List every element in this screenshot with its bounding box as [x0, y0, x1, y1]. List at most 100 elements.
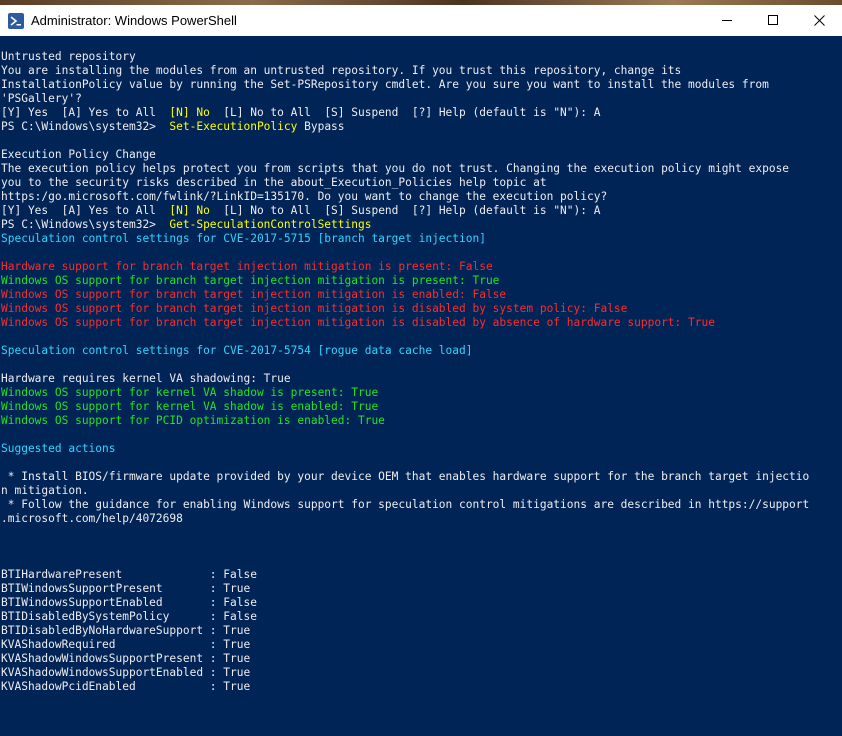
console-text: * Install BIOS/firmware update provided …: [1, 470, 810, 483]
maximize-icon: [767, 15, 778, 25]
console-line: .microsoft.com/help/4072698: [0, 512, 842, 526]
console-line: [Y] Yes [A] Yes to All [N] No [L] No to …: [0, 106, 842, 120]
console-text: Bypass: [297, 120, 345, 133]
console-text: Windows OS support for kernel VA shadow …: [1, 386, 379, 399]
console-line: BTIDisabledBySystemPolicy : False: [0, 610, 842, 624]
console-text: BTIWindowsSupportPresent : True: [1, 582, 251, 595]
close-icon: [813, 15, 825, 26]
console-text: PS C:\Windows\system32>: [1, 120, 170, 133]
console-text: you to the security risks described in t…: [1, 176, 547, 189]
console-text: Windows OS support for branch target inj…: [1, 316, 715, 329]
console-text: 'PSGallery'?: [1, 92, 82, 105]
powershell-icon: [8, 12, 24, 29]
console-line: Hardware support for branch target injec…: [0, 260, 842, 274]
console-text: .microsoft.com/help/4072698: [1, 512, 183, 525]
console-text: BTIHardwarePresent : False: [1, 568, 257, 581]
console-text: BTIDisabledByNoHardwareSupport : True: [1, 624, 251, 637]
console-text: KVAShadowPcidEnabled : True: [1, 680, 251, 693]
console-line: Windows OS support for branch target inj…: [0, 288, 842, 302]
console-text: Speculation control settings for CVE-201…: [1, 344, 473, 357]
minimize-button[interactable]: [704, 5, 750, 36]
console-text: Speculation control settings for CVE-201…: [1, 232, 486, 245]
console-text: [N] No: [169, 106, 210, 119]
console-text: Windows OS support for branch target inj…: [1, 302, 628, 315]
window-title: Administrator: Windows PowerShell: [31, 13, 237, 28]
console-line: Suggested actions: [0, 442, 842, 456]
console-line: https:/go.microsoft.com/fwlink/?LinkID=1…: [0, 190, 842, 204]
console-text: Windows OS support for kernel VA shadow …: [1, 400, 379, 413]
console-text: Windows OS support for branch target inj…: [1, 274, 500, 287]
console-line: BTIWindowsSupportEnabled : False: [0, 596, 842, 610]
console-line: PS C:\Windows\system32> Set-ExecutionPol…: [0, 120, 842, 134]
console-text: [Y] Yes [A] Yes to All: [1, 106, 170, 119]
console-line: n mitigation.: [0, 484, 842, 498]
console-text: KVAShadowWindowsSupportPresent : True: [1, 652, 251, 665]
console-line: 'PSGallery'?: [0, 92, 842, 106]
console-text: Execution Policy Change: [1, 148, 156, 161]
console-line: Windows OS support for kernel VA shadow …: [0, 386, 842, 400]
console-text: [L] No to All [S] Suspend [?] Help (defa…: [209, 106, 601, 119]
console-line: * Install BIOS/firmware update provided …: [0, 470, 842, 484]
console-text: * Follow the guidance for enabling Windo…: [1, 498, 810, 511]
console-line: Windows OS support for branch target inj…: [0, 302, 842, 316]
console-text: The execution policy helps protect you f…: [1, 162, 790, 175]
console-line: Speculation control settings for CVE-201…: [0, 344, 842, 358]
console-line: KVAShadowPcidEnabled : True: [0, 680, 842, 694]
console-line: Speculation control settings for CVE-201…: [0, 232, 842, 246]
maximize-button[interactable]: [750, 5, 796, 36]
console-line: Windows OS support for kernel VA shadow …: [0, 400, 842, 414]
console-line: KVAShadowRequired : True: [0, 638, 842, 652]
console-line: Execution Policy Change: [0, 148, 842, 162]
console-text: Suggested actions: [1, 442, 116, 455]
console-text: KVAShadowWindowsSupportEnabled : True: [1, 666, 251, 679]
console-line: You are installing the modules from an u…: [0, 64, 842, 78]
console-line: The execution policy helps protect you f…: [0, 162, 842, 176]
close-button[interactable]: [796, 5, 842, 36]
console-text: InstallationPolicy value by running the …: [1, 78, 769, 91]
console-output[interactable]: Untrusted repository You are installing t…: [0, 36, 842, 736]
console-line: Untrusted repository: [0, 50, 842, 64]
console-text: PS C:\Windows\system32>: [1, 218, 170, 231]
console-text: KVAShadowRequired : True: [1, 638, 251, 651]
console-text: [N] No: [169, 204, 210, 217]
console-text: Hardware support for branch target injec…: [1, 260, 493, 273]
console-line: BTIHardwarePresent : False: [0, 568, 842, 582]
console-text: BTIDisabledBySystemPolicy : False: [1, 610, 257, 623]
console-text: [L] No to All [S] Suspend [?] Help (defa…: [209, 204, 601, 217]
console-text: [Y] Yes [A] Yes to All: [1, 204, 170, 217]
console-text: Set-ExecutionPolicy: [169, 120, 298, 133]
console-text: BTIWindowsSupportEnabled : False: [1, 596, 257, 609]
minimize-icon: [721, 20, 732, 21]
console-text: Windows OS support for branch target inj…: [1, 288, 507, 301]
console-line: [Y] Yes [A] Yes to All [N] No [L] No to …: [0, 204, 842, 218]
console-line: KVAShadowWindowsSupportEnabled : True: [0, 666, 842, 680]
console-line: PS C:\Windows\system32> Get-SpeculationC…: [0, 218, 842, 232]
console-line: BTIWindowsSupportPresent : True: [0, 582, 842, 596]
console-line: Hardware requires kernel VA shadowing: T…: [0, 372, 842, 386]
console-line: Windows OS support for branch target inj…: [0, 274, 842, 288]
console-text: Untrusted repository: [1, 50, 136, 63]
console-line: * Follow the guidance for enabling Windo…: [0, 498, 842, 512]
console-line: KVAShadowWindowsSupportPresent : True: [0, 652, 842, 666]
console-text: Windows OS support for PCID optimization…: [1, 414, 385, 427]
console-line: you to the security risks described in t…: [0, 176, 842, 190]
console-line: Windows OS support for branch target inj…: [0, 316, 842, 330]
console-text: You are installing the modules from an u…: [1, 64, 682, 77]
console-text: Get-SpeculationControlSettings: [169, 218, 372, 231]
title-bar[interactable]: Administrator: Windows PowerShell: [0, 5, 842, 36]
console-text: Hardware requires kernel VA shadowing: T…: [1, 372, 291, 385]
console-line: Windows OS support for PCID optimization…: [0, 414, 842, 428]
console-text: n mitigation.: [1, 484, 89, 497]
